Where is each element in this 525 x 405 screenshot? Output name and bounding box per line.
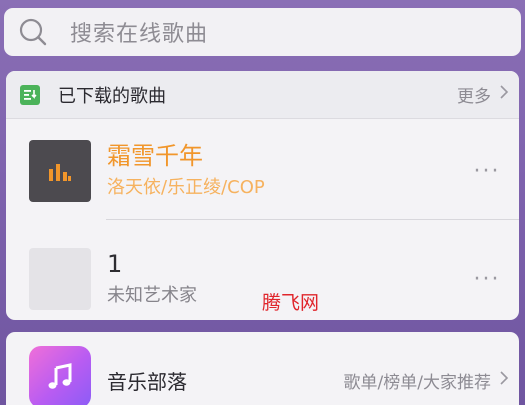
song-row[interactable]: 霜雪千年 洛天依/乐正绫/COP ··· [6, 121, 519, 221]
downloaded-songs-header[interactable]: 已下载的歌曲 更多 [6, 71, 519, 119]
downloaded-songs-title: 已下载的歌曲 [58, 85, 166, 107]
song-title: 霜雪千年 [107, 142, 203, 170]
search-input[interactable]: 搜索在线歌曲 [70, 16, 208, 48]
music-tribe-card[interactable]: 音乐部落 歌单/榜单/大家推荐 [6, 332, 519, 405]
more-link[interactable]: 更多 [457, 82, 509, 107]
chevron-right-icon [499, 370, 509, 391]
chevron-right-icon [499, 84, 509, 105]
watermark: 腾飞网 [262, 292, 320, 314]
more-options-icon[interactable]: ··· [467, 159, 507, 184]
more-label: 更多 [457, 87, 491, 107]
music-tribe-link[interactable]: 歌单/榜单/大家推荐 [344, 368, 509, 393]
divider [106, 219, 519, 220]
song-info: 霜雪千年 洛天依/乐正绫/COP [107, 141, 467, 201]
song-title: 1 [107, 250, 123, 278]
now-playing-bars-icon [29, 140, 91, 202]
blank-cover [29, 248, 91, 310]
music-tribe-subtitle: 歌单/榜单/大家推荐 [343, 373, 491, 393]
music-note-icon [29, 346, 91, 405]
music-tribe-title: 音乐部落 [107, 370, 187, 394]
download-list-icon [20, 84, 40, 105]
more-options-icon[interactable]: ··· [467, 267, 507, 292]
search-icon [18, 17, 48, 47]
song-artist: 洛天依/乐正绫/COP [107, 177, 265, 198]
search-bar[interactable]: 搜索在线歌曲 [4, 8, 521, 56]
downloaded-songs-card: 已下载的歌曲 更多 霜雪千年 洛天依/乐正绫/COP ··· 1 未知艺术家 ·… [6, 71, 519, 320]
